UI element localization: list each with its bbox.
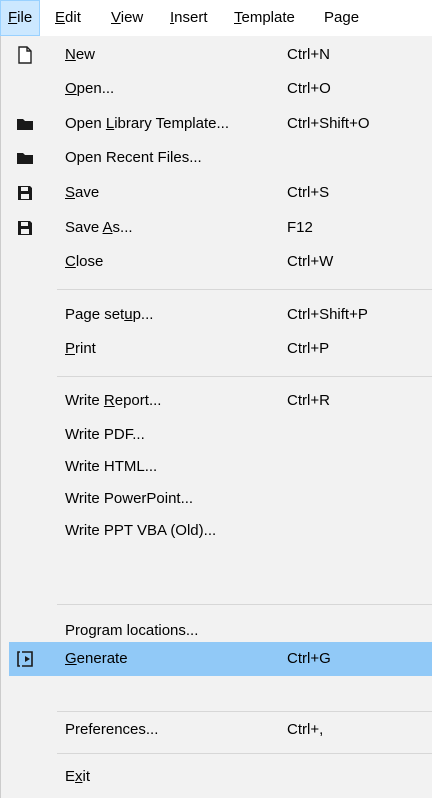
menu-file-rest: ile: [17, 9, 33, 26]
menu-file-mnemonic: F: [8, 9, 18, 26]
shortcut-label: Ctrl+S: [287, 184, 330, 201]
menu-item-label: Write Report...: [65, 392, 162, 409]
shortcut-label: Ctrl+N: [287, 46, 330, 63]
menu-item-label: Write HTML...: [65, 458, 158, 475]
menu-item-write-report[interactable]: Write Report... Ctrl+R: [9, 384, 432, 418]
menu-view-mnemonic: V: [111, 9, 121, 26]
menu-item-label: Generate: [65, 650, 128, 667]
menu-bar: File Edit View Insert Template Page: [0, 0, 432, 36]
menu-view-rest: iew: [120, 9, 144, 26]
menu-item-label: Exit: [65, 768, 91, 785]
menu-separator: [57, 376, 432, 377]
menu-item-label: Page setup...: [65, 306, 154, 323]
menu-template-rest: emplate: [241, 9, 295, 26]
menu-edit[interactable]: Edit: [48, 0, 88, 36]
menu-item-label: Preferences...: [65, 721, 159, 738]
shortcut-label: Ctrl+Shift+P: [287, 306, 368, 323]
menu-item-preferences[interactable]: Preferences... Ctrl+,: [9, 713, 432, 747]
menu-item-close[interactable]: Close Ctrl+W: [9, 245, 432, 279]
menu-item-print[interactable]: Print Ctrl+P: [9, 332, 432, 366]
menu-item-open-recent-files[interactable]: Open Recent Files...: [9, 141, 432, 175]
menu-edit-mnemonic: E: [55, 9, 66, 26]
shortcut-label: Ctrl+R: [287, 392, 330, 409]
file-menu-dropdown: New Ctrl+N Open... Ctrl+O Open Library T…: [0, 36, 432, 798]
shortcut-label: F12: [287, 219, 313, 236]
menu-item-label: Open...: [65, 80, 115, 97]
new-file-icon: [15, 45, 35, 65]
folder-icon: [15, 114, 35, 134]
menu-item-save-as[interactable]: Save As... F12: [9, 211, 432, 245]
menu-item-exit[interactable]: Exit: [9, 760, 432, 794]
shortcut-label: Ctrl+W: [287, 253, 334, 270]
menu-item-label: New: [65, 46, 96, 63]
menu-item-label: Save As...: [65, 219, 133, 236]
menu-item-generate[interactable]: Generate Ctrl+G: [9, 642, 432, 676]
menu-template-mnemonic: T: [234, 9, 242, 26]
menu-item-page-setup[interactable]: Page setup... Ctrl+Shift+P: [9, 298, 432, 332]
save-icon: [15, 183, 35, 203]
menu-item-label: Save: [65, 184, 100, 201]
menu-item-new[interactable]: New Ctrl+N: [9, 38, 432, 72]
menu-item-label: Open Library Template...: [65, 115, 229, 132]
menu-separator: [57, 604, 432, 605]
menu-page[interactable]: Page: [317, 0, 366, 36]
menu-item-label: Open Recent Files...: [65, 149, 202, 166]
menu-item-write-ppt-vba-old[interactable]: Write PPT VBA (Old)...: [9, 514, 432, 548]
menu-item-label: Write PowerPoint...: [65, 490, 194, 507]
shortcut-label: Ctrl+O: [287, 80, 331, 97]
menu-item-write-pdf[interactable]: Write PDF...: [9, 418, 432, 452]
shortcut-label: Ctrl+,: [287, 721, 324, 738]
shortcut-label: Ctrl+P: [287, 340, 330, 357]
menu-separator: [57, 289, 432, 290]
generate-icon: [15, 649, 35, 669]
menu-template[interactable]: Template: [227, 0, 302, 36]
folder-icon: [15, 148, 35, 168]
shortcut-label: Ctrl+G: [287, 650, 331, 667]
menu-item-label: Print: [65, 340, 96, 357]
menu-item-label: Close: [65, 253, 104, 270]
menu-item-label: Write PDF...: [65, 426, 145, 443]
shortcut-label: Ctrl+Shift+O: [287, 115, 370, 132]
menu-item-write-html[interactable]: Write HTML...: [9, 450, 432, 484]
menu-page-rest: Page: [324, 9, 360, 26]
menu-item-save[interactable]: Save Ctrl+S: [9, 176, 432, 210]
menu-insert-rest: nsert: [174, 9, 208, 26]
menu-insert[interactable]: Insert: [163, 0, 215, 36]
menu-edit-rest: dit: [65, 9, 81, 26]
menu-view[interactable]: View: [104, 0, 150, 36]
menu-item-open[interactable]: Open... Ctrl+O: [9, 72, 432, 106]
menu-item-open-library-template[interactable]: Open Library Template... Ctrl+Shift+O: [9, 107, 432, 141]
save-as-icon: [15, 218, 35, 238]
menu-separator: [57, 753, 432, 754]
menu-item-write-powerpoint[interactable]: Write PowerPoint...: [9, 482, 432, 516]
menu-item-label: Write PPT VBA (Old)...: [65, 522, 217, 539]
menu-file[interactable]: File: [0, 0, 41, 36]
menu-separator: [57, 711, 432, 712]
